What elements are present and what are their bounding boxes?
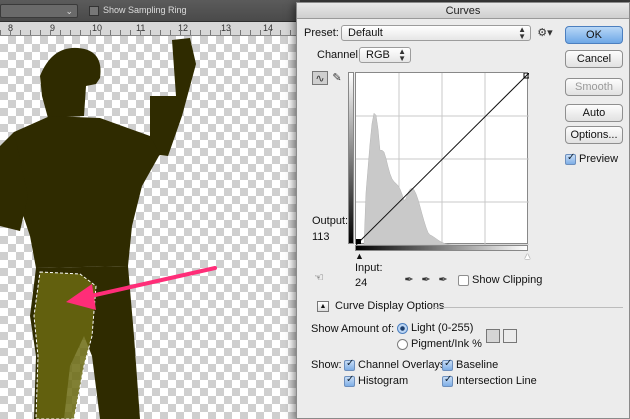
simple-grid-icon[interactable] [486, 329, 500, 343]
show-clipping-checkbox[interactable] [458, 275, 469, 286]
detailed-grid-icon[interactable] [503, 329, 517, 343]
white-eyedropper-icon[interactable]: ✒ [435, 273, 451, 287]
show-label: Show: [311, 359, 342, 371]
curve-display-options-toggle[interactable]: ▲ [317, 301, 329, 312]
curve-display-options-label: Curve Display Options [335, 300, 445, 312]
curve-edit-points-icon[interactable]: ∿ [312, 71, 328, 85]
intersection-line-checkbox[interactable] [442, 374, 453, 387]
show-sampling-ring-label: Show Sampling Ring [103, 5, 187, 15]
document-canvas[interactable] [0, 36, 300, 419]
channel-overlays-label: Channel Overlays [358, 359, 446, 371]
baseline-label: Baseline [456, 359, 499, 371]
head-silhouette [40, 47, 101, 118]
light-radio[interactable] [397, 323, 408, 334]
gray-eyedropper-icon[interactable]: ✒ [418, 273, 434, 287]
pencil-draw-icon[interactable]: ✎ [329, 71, 345, 85]
channel-select[interactable]: RGB ▲ ▼ [359, 47, 411, 63]
pigment-ink-radio[interactable] [397, 339, 408, 350]
black-slider-icon[interactable]: ▲ [355, 251, 364, 261]
curve-graph[interactable] [355, 72, 529, 245]
preset-select[interactable]: Default ▲ ▼ [341, 25, 531, 41]
curves-dialog: Curves Preset: Default ▲ ▼ ⚙▾ Channel: RG… [296, 2, 630, 419]
intersection-line-label: Intersection Line [456, 375, 537, 387]
channel-label: Channel: [317, 49, 362, 61]
baseline-checkbox[interactable] [442, 358, 453, 371]
show-clipping-label: Show Clipping [472, 274, 543, 286]
output-value[interactable]: 113 [312, 231, 330, 243]
updown-arrows-icon: ▲ ▼ [518, 25, 526, 41]
options-button[interactable]: Options... [565, 126, 623, 144]
preset-value: Default [348, 27, 383, 39]
input-label: Input: [355, 262, 383, 274]
channel-overlays-checkbox[interactable] [344, 358, 355, 371]
histogram-label: Histogram [358, 375, 409, 387]
divider [433, 307, 623, 308]
output-gradient-bar [348, 72, 354, 244]
black-eyedropper-icon[interactable]: ✒ [401, 273, 417, 287]
preview-label: Preview [579, 153, 619, 165]
auto-button[interactable]: Auto [565, 104, 623, 122]
horizontal-ruler: 8 9 10 11 12 13 14 [0, 22, 300, 36]
torso-silhouette [12, 116, 160, 268]
show-amount-label: Show Amount of: [311, 323, 395, 335]
pigment-ink-radio-label: Pigment/Ink % [411, 338, 482, 350]
preview-checkbox[interactable] [565, 152, 576, 165]
photo-layer [0, 38, 217, 419]
input-gradient-bar [355, 245, 528, 251]
sample-size-select[interactable]: ⌄ [0, 4, 78, 18]
input-value[interactable]: 24 [355, 277, 367, 289]
smooth-button[interactable]: Smooth [565, 78, 623, 96]
channel-value: RGB [366, 49, 390, 61]
preset-options-gear-icon[interactable]: ⚙▾ [537, 26, 553, 40]
cancel-button[interactable]: Cancel [565, 50, 623, 68]
on-image-adjust-hand-icon[interactable]: ☜ [311, 271, 327, 285]
output-label: Output: [312, 215, 349, 227]
preset-label: Preset: [304, 27, 339, 39]
light-radio-label: Light (0-255) [411, 322, 474, 334]
show-sampling-ring-checkbox[interactable] [89, 6, 99, 16]
chevron-down-icon: ⌄ [65, 6, 73, 16]
updown-arrows-icon: ▲ ▼ [398, 47, 406, 63]
white-slider-icon[interactable]: ▲ [523, 251, 532, 261]
curve-graph-svg [356, 73, 529, 245]
ok-button[interactable]: OK [565, 26, 623, 44]
ruler-ticks [0, 30, 300, 35]
black-point[interactable] [356, 239, 361, 244]
dialog-title: Curves [297, 3, 629, 19]
raised-arm [150, 38, 196, 156]
histogram-checkbox[interactable] [344, 374, 355, 387]
